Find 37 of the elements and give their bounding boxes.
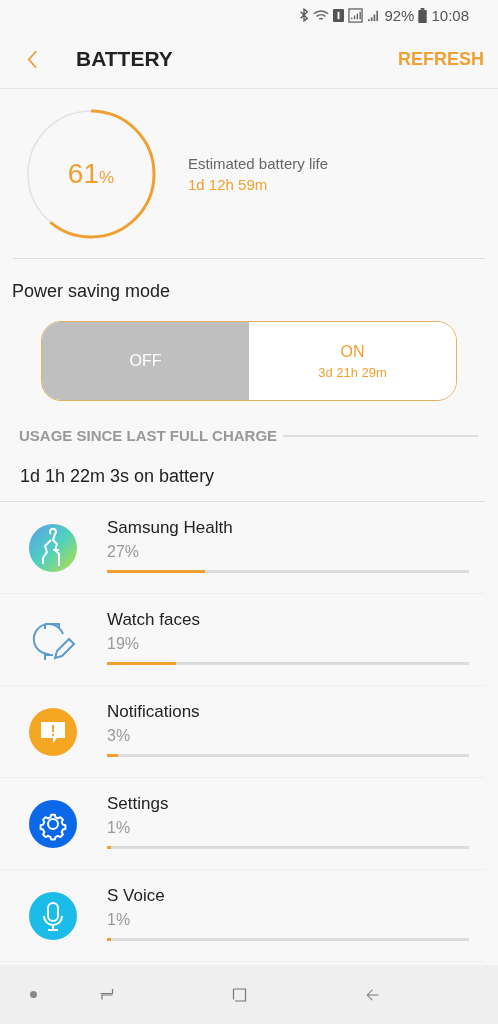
app-usage-row[interactable]: S Voice 1% — [0, 870, 485, 962]
app-usage-row[interactable]: Samsung Health 27% — [0, 502, 485, 594]
clock-time: 10:08 — [431, 6, 469, 24]
battery-percent: 61 — [67, 157, 99, 190]
sim-icon — [333, 8, 345, 22]
battery-icon — [418, 7, 428, 23]
health-app-icon — [29, 523, 77, 572]
signal-icon — [367, 8, 381, 22]
usage-percent: 19% — [107, 635, 141, 653]
battery-percent: 92% — [384, 6, 415, 24]
estimate-label: Estimated battery life — [188, 154, 329, 172]
section-title: Power saving mode — [11, 280, 172, 302]
app-name: Watch faces — [107, 610, 201, 630]
usage-percent: 27% — [107, 543, 141, 561]
section-heading: USAGE SINCE LAST FULL CHARGE — [19, 427, 278, 444]
app-name: Settings — [107, 794, 170, 814]
percent-sign: % — [99, 167, 115, 188]
app-usage-row[interactable]: Settings 1% — [0, 778, 485, 870]
usage-percent: 1% — [107, 819, 132, 837]
indicator-dot — [30, 991, 37, 998]
signal-icon — [348, 7, 364, 23]
app-name: Samsung Health — [107, 518, 234, 538]
speech-bubble-icon — [29, 707, 77, 756]
app-name: Notifications — [107, 702, 201, 722]
usage-duration: 1d 1h 22m 3s on battery — [0, 444, 485, 502]
settings-icon — [29, 799, 77, 848]
usage-percent: 3% — [107, 727, 132, 745]
app-usage-row[interactable]: Watch faces 19% — [0, 594, 485, 686]
wifi-icon — [313, 8, 330, 22]
microphone-icon — [29, 891, 77, 940]
usage-percent: 1% — [107, 911, 132, 929]
estimate-value: 1d 12h 59m — [188, 175, 269, 193]
back-button[interactable] — [27, 49, 38, 69]
app-usage-row[interactable]: Notifications 3% — [0, 686, 485, 778]
page-title: BATTERY — [76, 47, 174, 71]
app-name: S Voice — [107, 886, 166, 906]
bluetooth-icon — [299, 8, 310, 22]
